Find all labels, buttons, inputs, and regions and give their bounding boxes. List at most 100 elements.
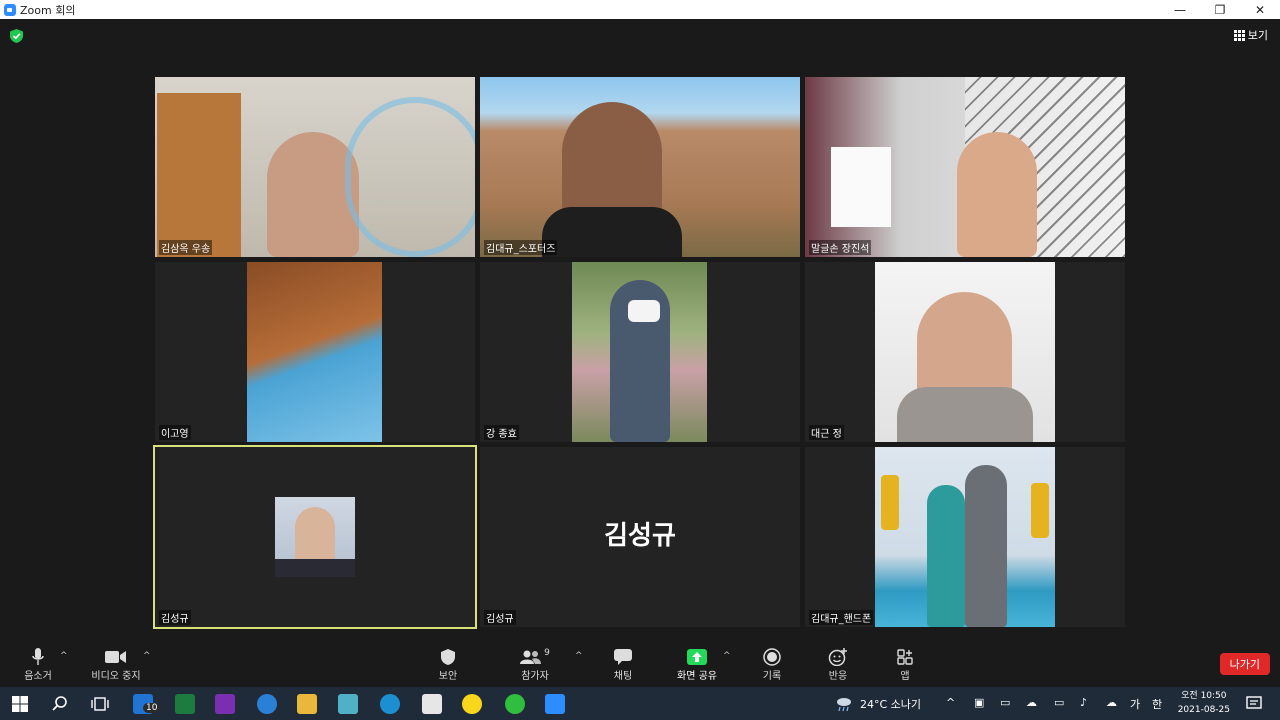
weather-text[interactable]: 24°C 소나기: [860, 696, 921, 712]
onedrive-cloud-icon[interactable]: ☁: [1026, 696, 1037, 709]
chat-button[interactable]: 채팅: [593, 647, 653, 682]
mute-button[interactable]: 음소거: [8, 647, 68, 682]
participant-name: 대근 정: [809, 425, 844, 440]
window-titlebar: Zoom 회의 — ❐ ✕: [0, 0, 1280, 19]
tray-pen-icon[interactable]: ▭: [1000, 696, 1010, 709]
video-tile[interactable]: 김대규_스포터즈: [480, 77, 800, 257]
zoom-taskbar-icon[interactable]: [545, 694, 565, 714]
paper-sheet: [831, 147, 891, 227]
record-button[interactable]: 기록: [742, 647, 802, 682]
onenote-icon[interactable]: [215, 694, 235, 714]
search-icon[interactable]: [50, 694, 70, 714]
microphone-icon: [32, 648, 44, 665]
messenger-app-icon[interactable]: [505, 694, 525, 714]
participant-name: 김대규_핸드폰: [809, 610, 874, 625]
participant-name: 김삼옥 우송: [159, 240, 213, 255]
swim-fin-left: [881, 475, 899, 530]
grid-view-icon: [1233, 29, 1245, 41]
participants-count: 9: [544, 648, 550, 658]
ime-mode-ga[interactable]: 가: [1130, 696, 1140, 712]
windows-start-icon[interactable]: [10, 694, 30, 714]
office-app-icon[interactable]: [422, 694, 442, 714]
apps-icon: [897, 649, 913, 665]
file-explorer-icon[interactable]: [297, 694, 317, 714]
edge-browser-icon[interactable]: [380, 694, 400, 714]
tray-chevron-up-icon[interactable]: ^: [946, 696, 955, 709]
participants-button[interactable]: 9 참가자: [505, 647, 565, 682]
participant-video: [247, 262, 382, 442]
record-icon: [763, 648, 781, 666]
minimize-button[interactable]: —: [1160, 3, 1200, 17]
reactions-label: 반응: [828, 671, 848, 682]
weather-rain-icon: [837, 698, 851, 712]
reactions-button[interactable]: 반응: [808, 647, 868, 682]
video-tile[interactable]: 김삼옥 우송: [155, 77, 475, 257]
participants-options-chevron-icon[interactable]: ^: [575, 651, 583, 661]
share-screen-icon: [687, 649, 707, 665]
swim-fin-right: [1031, 483, 1049, 538]
encryption-shield-icon[interactable]: [10, 29, 23, 43]
suit-shape: [897, 387, 1033, 442]
person-left-silhouette: [927, 485, 965, 627]
update-cloud-icon[interactable]: ☁: [1106, 696, 1117, 709]
task-view-icon[interactable]: [90, 694, 110, 714]
apps-button[interactable]: 앱: [875, 647, 935, 682]
volume-icon[interactable]: ♪: [1080, 696, 1087, 709]
chat-bubble-icon: [614, 649, 632, 665]
participant-name-placeholder: 김성규: [604, 521, 676, 551]
participant-name: 김성규: [484, 610, 516, 625]
internet-explorer-icon[interactable]: [257, 694, 277, 714]
windows-taskbar: 10 24°C 소나기 ^ ▣ ▭ ☁ ▭ ♪ ☁ 가 한 오전 10:50 2…: [0, 687, 1280, 720]
participant-name: 말글손 장진석: [809, 240, 872, 255]
network-icon[interactable]: ▭: [1054, 696, 1064, 709]
participant-silhouette: [957, 132, 1037, 257]
video-options-chevron-icon[interactable]: ^: [143, 651, 151, 661]
video-tile[interactable]: 말글손 장진석: [805, 77, 1125, 257]
video-tile[interactable]: 강 종효: [480, 262, 800, 442]
video-tile[interactable]: 김성규 김성규: [480, 447, 800, 627]
participant-name: 강 종효: [484, 425, 519, 440]
participants-icon: [520, 650, 542, 664]
face-mask: [628, 300, 660, 322]
door-background: [157, 93, 241, 257]
video-tile[interactable]: 김대규_핸드폰: [805, 447, 1125, 627]
folder-app-icon[interactable]: [338, 694, 358, 714]
maximize-button[interactable]: ❐: [1200, 3, 1240, 17]
participant-name: 이고영: [159, 425, 191, 440]
chat-label: 채팅: [613, 671, 633, 682]
audio-options-chevron-icon[interactable]: ^: [60, 651, 68, 661]
kakaotalk-icon[interactable]: [462, 694, 482, 714]
tray-app-icon[interactable]: ▣: [974, 696, 984, 709]
leave-button[interactable]: 나가기: [1219, 653, 1270, 675]
suit-shape: [275, 559, 355, 577]
video-tile[interactable]: 이고영: [155, 262, 475, 442]
share-options-chevron-icon[interactable]: ^: [723, 651, 731, 661]
spreadsheet-app-icon[interactable]: [175, 694, 195, 714]
reaction-emoji-icon: [828, 648, 847, 666]
record-label: 기록: [762, 671, 782, 682]
taskbar-clock[interactable]: 오전 10:50 2021-08-25: [1178, 689, 1230, 717]
participant-name: 김성규: [159, 610, 191, 625]
clock-time: 오전 10:50: [1181, 691, 1227, 701]
close-button[interactable]: ✕: [1240, 3, 1280, 17]
video-camera-icon: [105, 651, 126, 663]
zoom-app-icon: [4, 3, 16, 16]
participant-name: 김대규_스포터즈: [484, 240, 558, 255]
mute-label: 음소거: [24, 671, 52, 682]
participants-label: 참가자: [521, 671, 549, 682]
person-right-silhouette: [965, 465, 1007, 627]
share-screen-label: 화면 공유: [677, 671, 717, 682]
mail-badge: 10: [143, 703, 161, 713]
ime-mode-han[interactable]: 한: [1152, 696, 1162, 712]
security-button[interactable]: 보안: [418, 647, 478, 682]
notification-icon[interactable]: [1245, 695, 1263, 713]
clock-date: 2021-08-25: [1177, 705, 1230, 715]
video-tile-active-speaker[interactable]: 김성규: [153, 445, 477, 629]
window-title: Zoom 회의: [20, 3, 76, 17]
video-tile[interactable]: 대근 정: [805, 262, 1125, 442]
meeting-toolbar: 음소거 ^ 비디오 중지 ^ 보안 9 참가자 ^ 채팅 화면 공유 ^ 기록 …: [0, 639, 1280, 687]
stop-video-button[interactable]: 비디오 중지: [86, 647, 146, 682]
share-screen-button[interactable]: 화면 공유: [667, 647, 727, 682]
security-label: 보안: [438, 671, 458, 682]
view-button[interactable]: 보기: [1233, 27, 1268, 43]
